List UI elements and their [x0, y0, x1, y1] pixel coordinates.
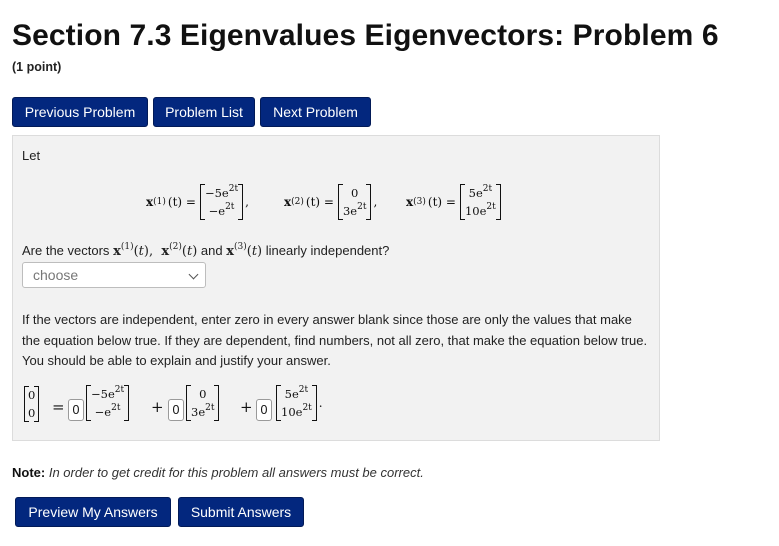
equals-sign: =: [52, 398, 65, 416]
vector-2-matrix: 0 3e2t: [337, 184, 372, 220]
coefficient-1-input[interactable]: 0: [68, 399, 84, 421]
page-title: Section 7.3 Eigenvalues Eigenvectors: Pr…: [12, 19, 719, 52]
vector-3-definition: x (3) (t) = 5e2t 10e2t: [406, 184, 501, 220]
equation-vector-3: 5e2t 10e2t .: [276, 385, 323, 421]
independence-select[interactable]: choose: [22, 262, 206, 288]
vector-1-symbol: x: [146, 195, 154, 209]
vector-3-symbol: x: [406, 195, 414, 209]
equation-vector-1: −5e2t −e2t: [86, 385, 130, 421]
note-text: Note: In order to get credit for this pr…: [12, 465, 424, 480]
plus-sign: +: [240, 398, 253, 416]
previous-problem-button[interactable]: Previous Problem: [12, 97, 148, 127]
vector-2-symbol: x: [284, 195, 292, 209]
coefficient-2-input[interactable]: 0: [168, 399, 184, 421]
problem-list-button[interactable]: Problem List: [153, 97, 255, 127]
instructions-paragraph: If the vectors are independent, enter ze…: [22, 312, 648, 368]
vector-1-matrix: −5e2t −e2t: [199, 184, 244, 220]
vector-3-matrix: 5e2t 10e2t: [459, 184, 501, 220]
plus-sign: +: [151, 398, 164, 416]
points-label: (1 point): [12, 60, 62, 74]
submit-answers-button[interactable]: Submit Answers: [178, 497, 304, 527]
equation-vector-2: 0 3e2t: [186, 385, 220, 421]
chevron-down-icon: [188, 269, 199, 280]
select-value: choose: [33, 267, 79, 283]
vector-1-definition: x (1) (t) = −5e2t −e2t ,: [146, 184, 249, 220]
coefficient-3-input[interactable]: 0: [256, 399, 272, 421]
preview-answers-button[interactable]: Preview My Answers: [15, 497, 171, 527]
zero-vector: 00: [24, 386, 40, 422]
let-label: Let: [22, 148, 41, 163]
independence-question: Are the vectors x(1)(t), x(2)(t) and x(3…: [22, 242, 390, 260]
vector-2-definition: x (2) (t) = 0 3e2t ,: [284, 184, 378, 220]
next-problem-button[interactable]: Next Problem: [260, 97, 371, 127]
